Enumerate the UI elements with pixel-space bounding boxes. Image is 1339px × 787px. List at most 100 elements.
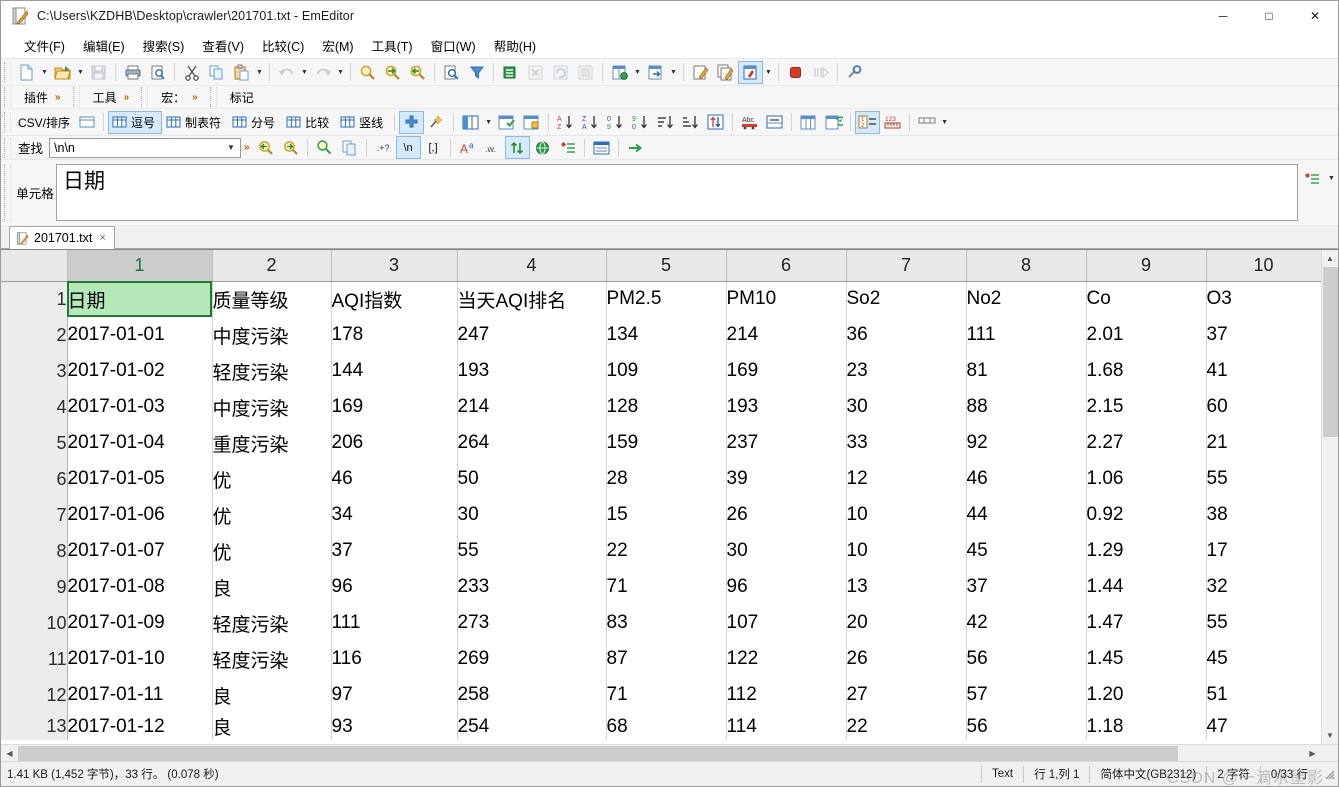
toolbar-grip[interactable] (4, 164, 11, 222)
sort-z-to-a-icon[interactable]: Z A (579, 112, 602, 133)
toolbar-grip[interactable] (72, 87, 80, 107)
cell-editor-options-icon[interactable] (1300, 168, 1323, 189)
table-cell[interactable]: 269 (457, 641, 607, 677)
table-cell[interactable]: 2017-01-08 (67, 569, 213, 605)
table-cell[interactable]: 33 (846, 425, 967, 461)
table-cell[interactable]: 17 (1206, 533, 1321, 569)
table-cell[interactable]: 87 (606, 641, 727, 677)
table-cell[interactable]: 轻度污染 (212, 641, 332, 677)
table-cell[interactable]: 1.68 (1086, 353, 1207, 389)
table-cell[interactable]: 37 (331, 533, 458, 569)
table-cell[interactable]: 264 (457, 425, 607, 461)
row-number[interactable]: 9 (1, 569, 68, 605)
row-number[interactable]: 6 (1, 461, 68, 497)
table-cell[interactable]: 30 (846, 389, 967, 425)
table-cell[interactable]: 21 (1206, 425, 1321, 461)
table-cell[interactable]: 47 (1206, 713, 1321, 740)
table-cell[interactable]: 27 (846, 677, 967, 713)
menu-view[interactable]: 查看(V) (193, 33, 253, 58)
table-cell[interactable]: 重度污染 (212, 425, 332, 461)
run-macro-dropdown-icon[interactable]: ▼ (763, 62, 774, 83)
table-row[interactable]: 6 2017-01-05 优 46 50 28 39 12 46 1.06 55 (1, 461, 1321, 497)
csv-sep-semicolon[interactable]: 分号 (229, 112, 281, 133)
table-cell[interactable]: 159 (606, 425, 727, 461)
edit-macro-icon[interactable] (689, 62, 712, 83)
table-cell[interactable]: O3 (1206, 281, 1321, 317)
csv-sep-compare[interactable]: 比较 (283, 112, 335, 133)
table-row[interactable]: 10 2017-01-09 轻度污染 111 273 83 107 20 42 1.47 55 (1, 605, 1321, 641)
menu-help[interactable]: 帮助(H) (485, 33, 545, 58)
table-cell[interactable]: 206 (331, 425, 458, 461)
row-number[interactable]: 4 (1, 389, 68, 425)
column-header-8[interactable]: 8 (966, 250, 1087, 282)
stop-macro-icon[interactable] (784, 62, 807, 83)
table-cell[interactable]: 112 (726, 677, 847, 713)
paste-dropdown-icon[interactable]: ▼ (254, 62, 265, 83)
match-case-icon[interactable]: A a (456, 137, 479, 158)
table-cell[interactable]: 2017-01-07 (67, 533, 213, 569)
number-format-icon[interactable]: 1 2 (855, 110, 881, 134)
status-position[interactable]: 行 1,列 1 (1023, 765, 1089, 783)
freeze-panes-dropdown-icon[interactable]: ▼ (483, 112, 494, 133)
table-row[interactable]: 2 2017-01-01 中度污染 178 247 134 214 36 111 2.01 37 (1, 317, 1321, 353)
menu-file[interactable]: 文件(F) (15, 33, 74, 58)
table-cell[interactable]: 32 (1206, 569, 1321, 605)
column-header-6[interactable]: 6 (726, 250, 847, 282)
filter-icon[interactable] (465, 62, 488, 83)
close-button[interactable]: ✕ (1292, 1, 1338, 32)
table-cell[interactable]: 71 (606, 569, 727, 605)
table-cell[interactable]: 2017-01-11 (67, 677, 213, 713)
table-cell[interactable]: 107 (726, 605, 847, 641)
table-cell[interactable]: 1.18 (1086, 713, 1207, 740)
table-cell[interactable]: 214 (457, 389, 607, 425)
selected-cell[interactable]: 日期 (67, 281, 213, 317)
vertical-scroll-thumb[interactable] (1322, 267, 1338, 437)
scroll-up-icon[interactable]: ▲ (1321, 250, 1338, 267)
table-cell[interactable]: 37 (966, 569, 1087, 605)
toolbar-grip[interactable] (141, 87, 149, 107)
toolbar-grip[interactable] (4, 137, 11, 158)
table-cell[interactable]: 22 (606, 533, 727, 569)
table-cell[interactable]: So2 (846, 281, 967, 317)
document-properties-icon[interactable] (574, 62, 597, 83)
macro-button[interactable]: 宏： » (152, 87, 206, 108)
column-ruler-icon[interactable]: 123 (881, 112, 904, 133)
table-cell[interactable]: 83 (606, 605, 727, 641)
row-number[interactable]: 7 (1, 497, 68, 533)
table-cell[interactable]: No2 (966, 281, 1087, 317)
save-file-icon[interactable] (87, 62, 110, 83)
table-cell[interactable]: PM2.5 (606, 281, 727, 317)
table-cell[interactable]: 36 (846, 317, 967, 353)
table-cell[interactable]: 193 (457, 353, 607, 389)
insert-line-icon[interactable] (499, 62, 522, 83)
table-cell[interactable]: 81 (966, 353, 1087, 389)
menu-window[interactable]: 窗口(W) (422, 33, 485, 58)
print-icon[interactable] (121, 62, 144, 83)
table-row[interactable]: 4 2017-01-03 中度污染 169 214 128 193 30 88 2.15 60 (1, 389, 1321, 425)
csv-mode-none-icon[interactable] (75, 112, 98, 133)
table-cell[interactable]: 41 (1206, 353, 1321, 389)
table-cell[interactable]: 37 (1206, 317, 1321, 353)
find-in-files-icon[interactable] (440, 62, 463, 83)
scroll-right-icon[interactable]: ▶ (1304, 745, 1321, 762)
table-cell[interactable]: 46 (331, 461, 458, 497)
table-cell[interactable]: 优 (212, 497, 332, 533)
table-cell[interactable]: 26 (726, 497, 847, 533)
table-cell[interactable]: 254 (457, 713, 607, 740)
reload-document-icon[interactable] (549, 62, 572, 83)
table-cell[interactable]: 214 (726, 317, 847, 353)
table-cell[interactable]: 45 (1206, 641, 1321, 677)
search-all-documents-icon[interactable] (531, 137, 554, 158)
row-number[interactable]: 11 (1, 641, 68, 677)
find-combo[interactable]: ▼ (49, 137, 242, 158)
table-cell[interactable]: 273 (457, 605, 607, 641)
column-header-3[interactable]: 3 (331, 250, 458, 282)
table-cell[interactable]: 116 (331, 641, 458, 677)
table-cell[interactable]: 111 (331, 605, 458, 641)
column-header-2[interactable]: 2 (212, 250, 332, 282)
tools-button[interactable]: 工具 » (84, 87, 138, 108)
vertical-scrollbar[interactable]: ▲ ▼ (1321, 250, 1338, 744)
combine-columns-icon[interactable] (763, 112, 786, 133)
table-cell[interactable]: 56 (966, 713, 1087, 740)
table-cell[interactable]: 当天AQI排名 (457, 281, 607, 317)
